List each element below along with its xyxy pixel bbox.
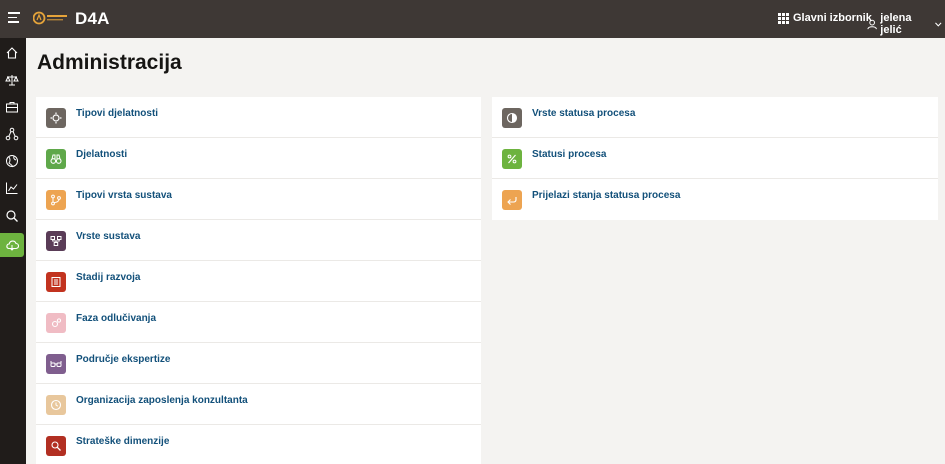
nav-hierarchy[interactable] [0,122,24,146]
return-arrow-icon [502,190,522,210]
left-menu-card: Tipovi djelatnosti Djelatnosti Tipovi vr… [36,97,481,464]
list-item-label: Statusi procesa [532,149,607,160]
nav-cloud[interactable] [0,233,24,257]
chart-icon [6,182,18,194]
magnifier-icon [46,436,66,456]
building-icon [46,272,66,292]
app-title[interactable]: D4A [75,9,110,29]
nav-home[interactable] [0,41,24,65]
cloud-icon [6,240,19,251]
list-item-faza-odlucivanja[interactable]: Faza odlučivanja [36,302,481,343]
hierarchy-icon [5,127,19,141]
hamburger-menu-icon[interactable] [8,12,20,24]
list-item-label: Tipovi vrsta sustava [76,190,172,201]
list-item-vrste-statusa-procesa[interactable]: Vrste statusa procesa [492,97,938,138]
list-item-statusi-procesa[interactable]: Statusi procesa [492,138,938,179]
list-item-label: Organizacija zaposlenja konzultanta [76,395,248,406]
nav-globe[interactable] [0,149,24,173]
list-item-tipovi-djelatnosti[interactable]: Tipovi djelatnosti [36,97,481,138]
list-item-label: Faza odlučivanja [76,313,157,324]
nav-scale[interactable] [0,68,24,92]
scale-icon [5,75,19,86]
list-item-label: Strateške dimenzije [76,436,170,447]
list-item-stadij-razvoja[interactable]: Stadij razvoja [36,261,481,302]
nav-chart[interactable] [0,176,24,200]
right-menu-card: Vrste statusa procesa Statusi procesa Pr… [492,97,938,220]
list-item-label: Vrste statusa procesa [532,108,636,119]
sidebar [0,38,26,464]
clock-icon [46,395,66,415]
list-item-prijelazi-stanja[interactable]: Prijelazi stanja statusa procesa [492,179,938,220]
list-item-organizacija-zaposlenja[interactable]: Organizacija zaposlenja konzultanta [36,384,481,425]
list-item-label: Stadij razvoja [76,272,141,283]
list-item-djelatnosti[interactable]: Djelatnosti [36,138,481,179]
list-item-label: Djelatnosti [76,149,128,160]
gears-icon [46,313,66,333]
top-bar: D4A Glavni izbornik jelena jelić [0,0,945,38]
briefcase-icon [6,102,18,113]
grid-icon [778,12,789,24]
home-icon [6,47,18,59]
page-title: Administracija [37,51,182,74]
main-menu-button[interactable]: Glavni izbornik [778,12,872,24]
list-item-vrste-sustava[interactable]: Vrste sustava [36,220,481,261]
list-item-label: Vrste sustava [76,231,141,242]
user-menu-button[interactable]: jelena jelić [867,12,945,36]
gear-icon [46,108,66,128]
user-name: jelena jelić [880,12,912,36]
list-item-label: Područje ekspertize [76,354,171,365]
binoculars-icon [46,149,66,169]
glasses-icon [46,354,66,374]
list-item-podrucje-ekspertize[interactable]: Područje ekspertize [36,343,481,384]
company-logo [33,11,67,25]
list-item-tipovi-vrsta-sustava[interactable]: Tipovi vrsta sustava [36,179,481,220]
search-icon [6,210,18,222]
nav-briefcase[interactable] [0,95,24,119]
branch-icon [46,190,66,210]
main-menu-label: Glavni izbornik [793,12,872,24]
globe-icon [6,155,18,168]
nav-search[interactable] [0,204,24,228]
list-item-strateske-dimenzije[interactable]: Strateške dimenzije [36,425,481,464]
half-circle-icon [502,108,522,128]
chevron-down-icon [935,22,942,27]
network-icon [46,231,66,251]
user-icon [867,19,877,29]
percent-icon [502,149,522,169]
list-item-label: Tipovi djelatnosti [76,108,159,119]
list-item-label: Prijelazi stanja statusa procesa [532,190,681,201]
